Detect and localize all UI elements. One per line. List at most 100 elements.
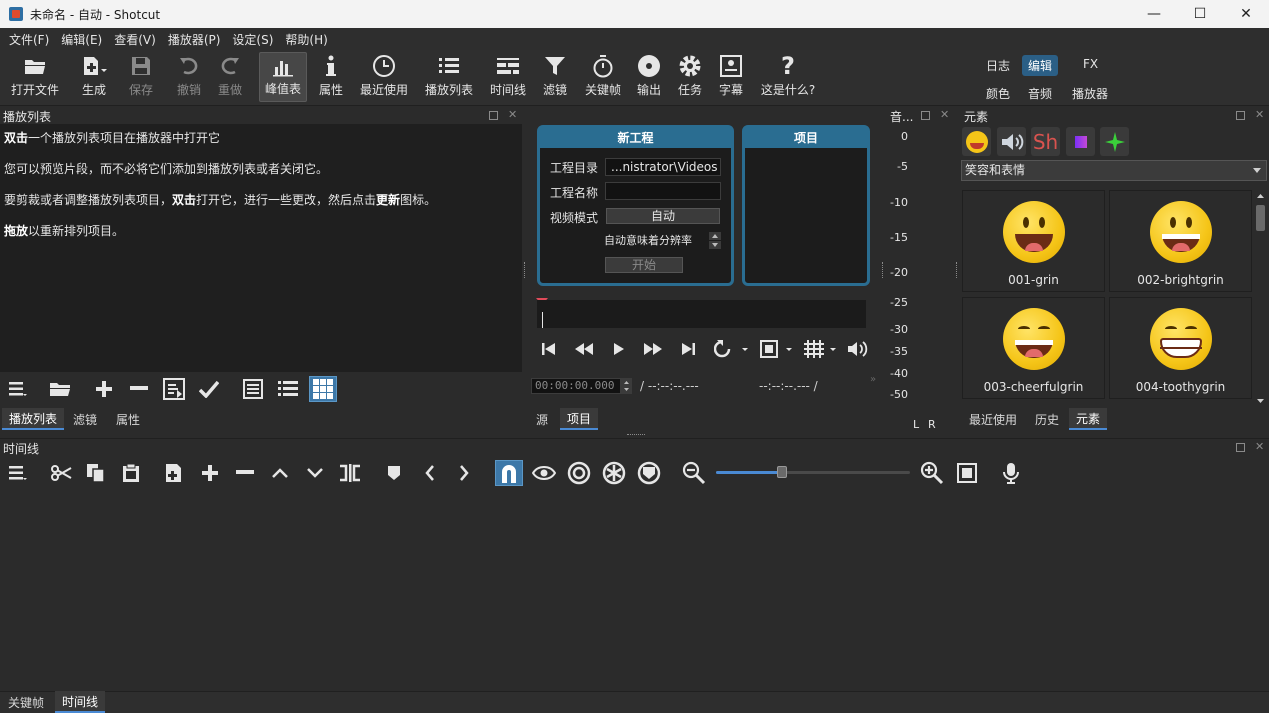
tab-recent[interactable]: 最近使用 xyxy=(962,408,1024,430)
cut-icon[interactable] xyxy=(47,460,75,486)
skip-next-button[interactable] xyxy=(676,338,700,360)
playlist-update-button[interactable] xyxy=(160,376,188,402)
workspace-edit[interactable]: 编辑 xyxy=(1022,55,1059,76)
playlist-grid-view-button[interactable] xyxy=(309,376,337,402)
open-file-button[interactable]: 打开文件 xyxy=(6,52,64,102)
sparkle-category-icon[interactable] xyxy=(1100,127,1129,156)
lift-icon[interactable] xyxy=(266,460,294,486)
tab-filters[interactable]: 滤镜 xyxy=(66,408,104,430)
menu-file[interactable]: 文件(F) xyxy=(3,31,55,48)
float-panel-icon[interactable] xyxy=(489,111,498,120)
menu-settings[interactable]: 设定(S) xyxy=(226,31,279,48)
playlist-button[interactable]: 播放列表 xyxy=(421,52,477,102)
split-icon[interactable] xyxy=(336,460,364,486)
float-panel-icon[interactable] xyxy=(921,111,930,120)
playlist-details-view-button[interactable] xyxy=(239,376,267,402)
peak-meter-button[interactable]: 峰值表 xyxy=(259,52,307,102)
ripple-all-tracks-icon[interactable] xyxy=(600,460,628,486)
close-panel-icon[interactable]: ✕ xyxy=(508,109,517,120)
horizontal-splitter[interactable] xyxy=(627,434,645,437)
element-card-cheerfulgrin[interactable]: 003-cheerfulgrin xyxy=(962,297,1105,399)
tab-source[interactable]: 源 xyxy=(529,408,555,430)
timecode-spinner[interactable] xyxy=(621,378,632,394)
workspace-player[interactable]: 播放器 xyxy=(1066,83,1114,104)
filters-button[interactable]: 滤镜 xyxy=(538,52,572,102)
undo-button[interactable]: 撤销 xyxy=(172,52,206,102)
append-icon[interactable] xyxy=(161,460,189,486)
volume-icon[interactable] xyxy=(846,338,870,360)
close-panel-icon[interactable]: ✕ xyxy=(1255,109,1264,120)
timeline-button[interactable]: 时间线 xyxy=(486,52,530,102)
next-marker-icon[interactable] xyxy=(450,460,478,486)
tab-elements[interactable]: 元素 xyxy=(1069,408,1108,430)
record-audio-icon[interactable] xyxy=(997,460,1025,486)
tab-keyframes[interactable]: 关键帧 xyxy=(1,691,51,713)
maximize-button[interactable]: ☐ xyxy=(1177,0,1223,28)
workspace-fx[interactable]: FX xyxy=(1077,55,1104,73)
jobs-button[interactable]: 任务 xyxy=(673,52,707,102)
subtitles-button[interactable]: 字幕 xyxy=(714,52,748,102)
workspace-log[interactable]: 日志 xyxy=(980,55,1016,76)
properties-button[interactable]: 属性 xyxy=(313,52,349,102)
playlist-open-button[interactable] xyxy=(46,376,74,402)
menu-help[interactable]: 帮助(H) xyxy=(279,31,333,48)
fast-forward-button[interactable] xyxy=(641,338,665,360)
playlist-body[interactable]: 双击一个播放列表项目在播放器中打开它 您可以预览片段，而不必将它们添加到播放列表… xyxy=(0,124,522,372)
float-panel-icon[interactable] xyxy=(1236,443,1245,452)
splitter-handle[interactable] xyxy=(524,262,527,278)
timecode-field[interactable]: 00:00:00.000 xyxy=(531,378,621,394)
close-window-button[interactable]: ✕ xyxy=(1223,0,1269,28)
minimize-button[interactable]: — xyxy=(1131,0,1177,28)
copy-icon[interactable] xyxy=(82,460,110,486)
tab-history[interactable]: 历史 xyxy=(1028,408,1066,430)
redo-button[interactable]: 重做 xyxy=(213,52,247,102)
tab-playlist[interactable]: 播放列表 xyxy=(2,408,65,430)
element-category-select[interactable]: 笑容和表情 xyxy=(961,160,1267,181)
tab-timeline[interactable]: 时间线 xyxy=(55,691,106,713)
menu-view[interactable]: 查看(V) xyxy=(108,31,162,48)
zoom-out-icon[interactable] xyxy=(680,460,708,486)
project-dir-field[interactable]: ...nistrator\Videos xyxy=(605,158,721,176)
workspace-color[interactable]: 颜色 xyxy=(980,83,1016,104)
tab-project[interactable]: 项目 xyxy=(560,408,599,430)
ripple-markers-icon[interactable] xyxy=(635,460,663,486)
grid-button[interactable] xyxy=(801,338,839,360)
menu-edit[interactable]: 编辑(E) xyxy=(55,31,108,48)
export-button[interactable]: 输出 xyxy=(632,52,666,102)
loop-button[interactable] xyxy=(713,338,751,360)
note-scroll-arrows[interactable] xyxy=(709,232,721,250)
previous-marker-icon[interactable] xyxy=(416,460,444,486)
start-button[interactable]: 开始 xyxy=(605,257,683,273)
sound-category-icon[interactable] xyxy=(997,127,1026,156)
paste-icon[interactable] xyxy=(117,460,145,486)
overwrite-icon[interactable] xyxy=(301,460,329,486)
play-button[interactable] xyxy=(607,338,631,360)
element-card-grin[interactable]: 001-grin xyxy=(962,190,1105,292)
scrollbar-thumb[interactable] xyxy=(1256,205,1265,231)
timeline-tracks-area[interactable] xyxy=(0,489,1269,691)
timeline-menu-button[interactable] xyxy=(4,460,32,486)
element-card-toothygrin[interactable]: 004-toothygrin xyxy=(1109,297,1252,399)
element-card-brightgrin[interactable]: 002-brightgrin xyxy=(1109,190,1252,292)
rewind-button[interactable] xyxy=(572,338,596,360)
playlist-remove-button[interactable] xyxy=(125,376,153,402)
tab-properties[interactable]: 属性 xyxy=(109,408,147,430)
emoji-category-icon[interactable] xyxy=(962,127,991,156)
keyframes-button[interactable]: 关键帧 xyxy=(581,52,625,102)
timeline-add-icon[interactable] xyxy=(196,460,224,486)
playlist-add-button[interactable] xyxy=(90,376,118,402)
ripple-icon[interactable] xyxy=(565,460,593,486)
splitter-handle[interactable] xyxy=(956,262,959,278)
zoom-slider[interactable] xyxy=(716,466,910,478)
zoom-in-icon[interactable] xyxy=(918,460,946,486)
elements-scrollbar[interactable] xyxy=(1254,190,1267,406)
generate-button[interactable]: 生成 xyxy=(70,52,118,102)
whats-this-button[interactable]: ? 这是什么? xyxy=(757,52,819,102)
close-panel-icon[interactable]: ✕ xyxy=(1255,441,1264,452)
playlist-list-view-button[interactable] xyxy=(274,376,302,402)
menu-player[interactable]: 播放器(P) xyxy=(162,31,227,48)
recent-button[interactable]: 最近使用 xyxy=(356,52,412,102)
playlist-menu-button[interactable] xyxy=(4,376,32,402)
project-name-field[interactable] xyxy=(605,182,721,200)
marker-icon[interactable] xyxy=(380,460,408,486)
